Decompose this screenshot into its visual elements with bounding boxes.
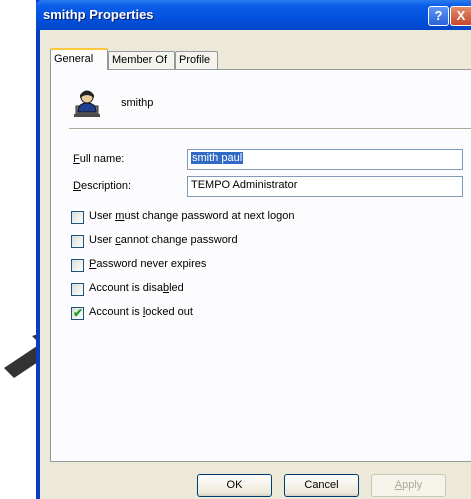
user-icon — [74, 90, 100, 117]
checkbox-label: Account is locked out — [89, 306, 193, 318]
tab-member-of-label: Member Of — [112, 54, 168, 66]
checkbox-box[interactable] — [71, 211, 84, 224]
tab-profile[interactable]: Profile — [175, 51, 218, 69]
divider — [69, 128, 471, 130]
checkmark-icon: ✔ — [73, 306, 84, 320]
properties-dialog: smithp Properties ? X General Member Of … — [36, 0, 471, 499]
checkbox-label: User cannot change password — [89, 234, 238, 246]
checkbox-label: User must change password at next logon — [89, 210, 295, 222]
full-name-value: smith paul — [191, 152, 244, 164]
close-button[interactable]: X — [450, 6, 471, 26]
user-name: smithp — [121, 97, 154, 109]
description-label: Description: — [73, 180, 132, 192]
tab-profile-label: Profile — [179, 54, 211, 66]
window-title: smithp Properties — [43, 7, 154, 22]
description-value: TEMPO Administrator — [191, 179, 298, 191]
general-tab-panel: smithp Full name: smith paul Description… — [50, 69, 471, 462]
dialog-client-area: General Member Of Profile smithp Full na… — [40, 30, 471, 499]
description-field[interactable]: TEMPO Administrator — [187, 176, 463, 197]
apply-button[interactable]: Apply — [371, 474, 446, 497]
tab-general[interactable]: General — [50, 48, 108, 70]
checkbox-box[interactable]: ✔ — [71, 306, 84, 320]
tab-general-label: General — [54, 53, 94, 65]
checkbox-box[interactable] — [71, 235, 84, 248]
checkbox-box[interactable] — [71, 283, 84, 296]
checkbox-label: Password never expires — [89, 258, 207, 270]
checkbox-box[interactable] — [71, 259, 84, 272]
full-name-field[interactable]: smith paul — [187, 149, 463, 170]
title-bar[interactable]: smithp Properties ? X — [36, 0, 471, 30]
cancel-button[interactable]: Cancel — [284, 474, 359, 497]
help-button[interactable]: ? — [428, 6, 449, 26]
checkbox-label: Account is disabled — [89, 282, 184, 294]
tab-member-of[interactable]: Member Of — [108, 51, 175, 69]
full-name-label: Full name: — [73, 153, 125, 165]
ok-button[interactable]: OK — [197, 474, 272, 497]
